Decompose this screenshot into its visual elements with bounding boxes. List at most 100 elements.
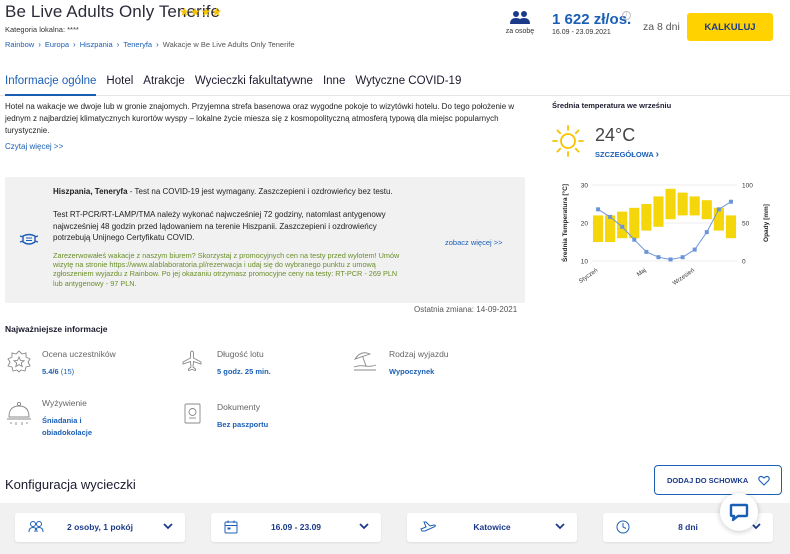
face-mask-icon [19, 233, 39, 245]
hotel-category: Kategoria lokalna: **** [5, 25, 79, 34]
y-tick-right: 0 [742, 259, 746, 266]
precipitation-point [668, 257, 673, 262]
covid-requirement: Hiszpania, Teneryfa - Test na COVID-19 j… [53, 187, 413, 196]
temperature-bar [701, 200, 712, 220]
key-info-value: Śniadania i obiadokolacje [42, 415, 92, 438]
weather-details-link[interactable]: SZCZEGÓŁOWA › [595, 149, 659, 160]
key-info-label: Długość lotu [217, 349, 264, 359]
per-person-label: za osobę [505, 28, 535, 35]
key-info-value: Wypoczynek [389, 367, 435, 376]
temperature-bar [653, 196, 664, 227]
key-info-label: Rodzaj wyjazdu [389, 349, 449, 359]
y-tick-left: 10 [581, 259, 589, 266]
temperature-bar [641, 204, 652, 231]
config-title: Konfiguracja wycieczki [5, 477, 136, 492]
breadcrumb: Rainbow › Europa › Hiszpania › Teneryfa … [5, 40, 295, 49]
dates-value: 16.09 - 23.09 [270, 522, 322, 532]
weather-details-label: SZCZEGÓŁOWA [595, 150, 654, 159]
chat-button[interactable] [720, 493, 758, 531]
badge-star-icon [7, 350, 31, 373]
x-tick-label: Maj [636, 268, 647, 278]
weather-temperature: 24°C [595, 125, 636, 145]
covid-promo: Zarezerwowałeś wakacje z naszym biurem? … [53, 251, 400, 288]
precipitation-point [644, 249, 649, 254]
chevron-right-icon: › [116, 40, 120, 49]
temperature-bar [677, 192, 688, 216]
y-axis-label-left: Średnia Temperatura [°C] [560, 184, 569, 262]
chevron-right-icon: › [73, 40, 76, 49]
temperature-bar [689, 196, 700, 216]
hotel-description: Hotel na wakacje we dwoje lub w gronie z… [5, 102, 515, 135]
departure-select[interactable]: Katowice [407, 513, 577, 542]
key-info-label: Ocena uczestników [42, 349, 116, 359]
tab-bar: Informacje ogólne Hotel Atrakcje Wyciecz… [0, 66, 790, 96]
heart-icon [758, 475, 770, 486]
per-person-indicator: za osobę [500, 10, 540, 35]
precipitation-point [692, 247, 697, 252]
last-change: Ostatnia zmiana: 14-09-2021 [414, 305, 518, 314]
dates-select[interactable]: 16.09 - 23.09 [211, 513, 381, 542]
price-dates: 16.09 - 23.09.2021 [552, 29, 611, 36]
chat-bubble-icon [729, 503, 749, 522]
board-value-line1: Śniadania i [42, 416, 82, 425]
chevron-down-icon [163, 523, 173, 530]
chevron-right-icon: › [38, 40, 41, 49]
beach-umbrella-icon [353, 352, 377, 371]
tab-optional-trips[interactable]: Wycieczki fakultatywne [195, 66, 313, 96]
key-info-value: 5 godz. 25 min. [217, 367, 271, 376]
breadcrumb-link[interactable]: Hiszpania [80, 40, 113, 49]
precipitation-point [596, 207, 601, 212]
tab-hotel[interactable]: Hotel [106, 66, 133, 96]
clipboard-label: DODAJ DO SCHOWKA [667, 475, 749, 485]
info-icon[interactable]: i [622, 11, 631, 20]
precipitation-point [608, 214, 613, 219]
calculate-button[interactable]: KALKULUJ [687, 13, 773, 41]
y-tick-right: 50 [742, 221, 750, 228]
config-bar: 2 osoby, 1 pokój 16.09 - 23.09 Katowice … [0, 503, 790, 554]
chart-bars [592, 188, 737, 242]
plane-icon [182, 350, 202, 372]
chevron-right-icon: › [655, 149, 659, 160]
breadcrumb-link[interactable]: Rainbow [5, 40, 34, 49]
rating-value: 5.4/6 [42, 367, 59, 376]
temperature-bar [725, 215, 737, 239]
y-tick-right: 100 [742, 183, 753, 190]
temperature-bar [665, 188, 676, 220]
tab-attractions[interactable]: Atrakcje [143, 66, 185, 96]
y-axis-label-right: Opady [mm] [763, 204, 770, 242]
precipitation-point [716, 207, 721, 212]
departure-value: Katowice [473, 522, 511, 532]
temperature-bar [629, 207, 640, 239]
passport-icon [184, 403, 201, 424]
travelers-select[interactable]: 2 osoby, 1 pokój [15, 513, 185, 542]
tab-covid[interactable]: Wytyczne COVID-19 [355, 66, 461, 96]
climate-chart: 10 20 30 0 50 100 Styczeń Maj Wrzesień Średnia Te… [560, 183, 770, 287]
breadcrumb-link[interactable]: Europa [45, 40, 69, 49]
chevron-down-icon [555, 523, 565, 530]
people-icon [510, 11, 530, 24]
precipitation-point [620, 224, 625, 229]
hotel-stars: ★★★★ [179, 5, 223, 19]
duration-label: za 8 dni [643, 21, 680, 33]
y-tick-left: 20 [581, 221, 589, 228]
covid-test-rules: Test RT-PCR/RT-LAMP/TMA należy wykonać n… [53, 210, 386, 242]
chevron-right-icon: › [156, 40, 159, 49]
cloche-icon [7, 401, 31, 425]
breadcrumb-link[interactable]: Teneryfa [123, 40, 152, 49]
tab-general-info[interactable]: Informacje ogólne [5, 66, 97, 96]
key-info-title: Najważniejsze informacje [5, 324, 108, 334]
x-tick-label: Wrzesień [672, 268, 696, 287]
precipitation-point [704, 230, 709, 235]
chevron-down-icon [359, 523, 369, 530]
add-to-clipboard-button[interactable]: DODAJ DO SCHOWKA [654, 465, 782, 495]
read-more-link[interactable]: Czytaj więcej >> [5, 142, 63, 151]
weather-title: Średnia temperatura we wrześniu [552, 101, 672, 110]
x-tick-label: Styczeń [578, 268, 599, 285]
chart-line [596, 199, 733, 262]
tab-other[interactable]: Inne [323, 66, 345, 96]
breadcrumb-current: Wakacje w Be Live Adults Only Tenerife [162, 40, 295, 49]
price-box: 1 622 zł/os. i 16.09 - 23.09.2021 [552, 11, 642, 36]
key-info-value[interactable]: 5.4/6 (15) [42, 366, 74, 378]
see-more-link[interactable]: zobacz więcej >> [445, 238, 503, 247]
travelers-value: 2 osoby, 1 pokój [67, 522, 133, 532]
